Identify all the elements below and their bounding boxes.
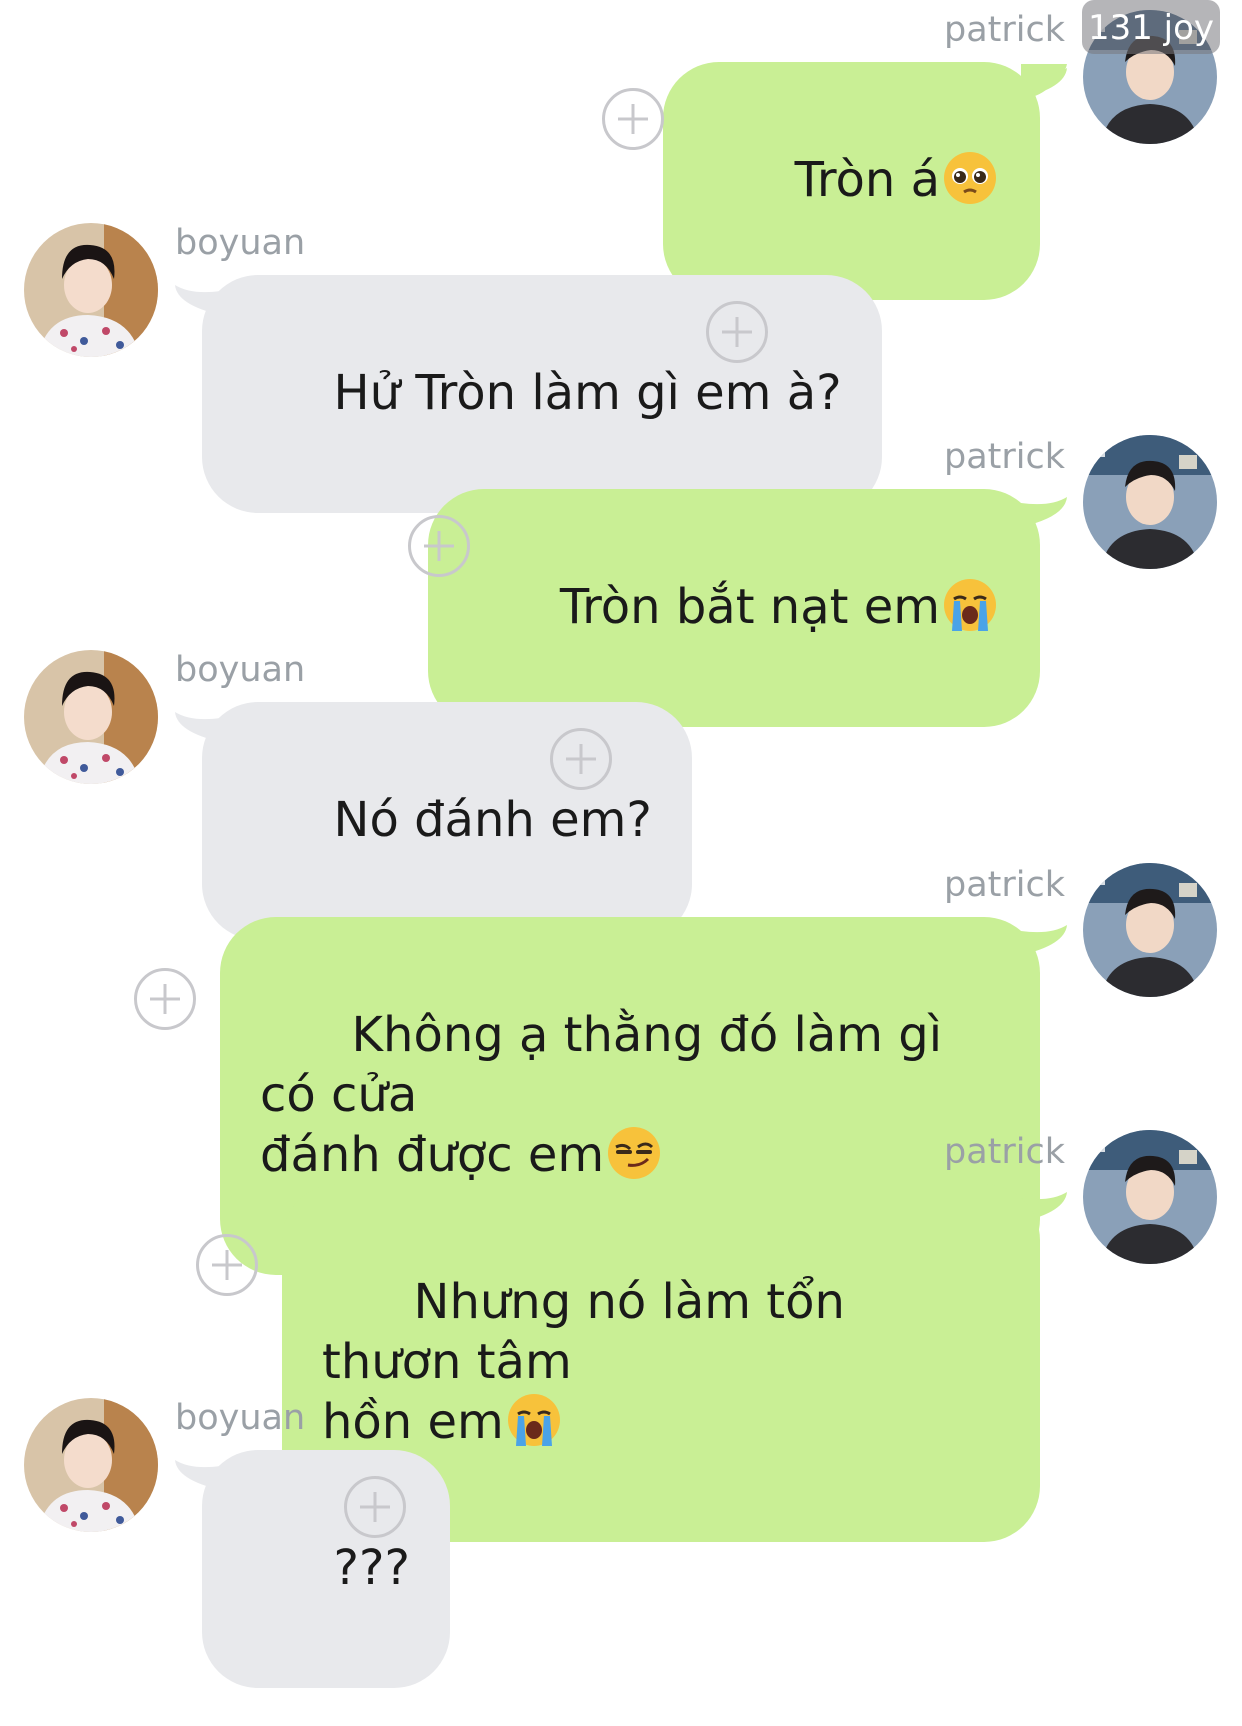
chat-thread: 131 joy patrick Tròn á boyuan Hử Tròn là… (0, 0, 1242, 1726)
message-text: Tròn á (794, 152, 940, 208)
avatar-patrick[interactable] (1083, 1130, 1217, 1264)
avatar-boyuan[interactable] (24, 650, 158, 784)
message-row: boyuan Hử Tròn làm gì em à? (0, 215, 1242, 513)
avatar-patrick[interactable] (1083, 863, 1217, 997)
message-text: Hử Tròn làm gì em à? (333, 365, 842, 421)
add-reaction-button[interactable] (196, 1234, 258, 1296)
sender-name: patrick (943, 865, 1065, 905)
message-bubble[interactable]: ??? (202, 1450, 450, 1688)
pleading-face-emoji (942, 150, 998, 206)
loudly-crying-face-emoji (942, 577, 998, 633)
message-row: patrick Không ạ thằng đó làm gì có cửa đ… (0, 855, 1242, 1275)
add-reaction-button[interactable] (602, 88, 664, 150)
sender-name: boyuan (175, 223, 306, 263)
message-row: patrick Tròn bắt nạt em (0, 427, 1242, 727)
add-reaction-button[interactable] (408, 515, 470, 577)
avatar-boyuan[interactable] (24, 1398, 158, 1532)
add-reaction-button[interactable] (344, 1476, 406, 1538)
overlay-badge: 131 joy (1082, 0, 1220, 54)
message-row: boyuan Nó đánh em? (0, 642, 1242, 940)
sender-name: patrick (943, 437, 1065, 477)
message-text: Tròn bắt nạt em (559, 579, 940, 635)
sender-name: patrick (943, 1132, 1065, 1172)
message-row: boyuan ??? (0, 1390, 1242, 1688)
avatar-boyuan[interactable] (24, 223, 158, 357)
message-text: ??? (333, 1540, 410, 1596)
add-reaction-button[interactable] (550, 728, 612, 790)
sender-name: boyuan (175, 1398, 306, 1438)
message-row: patrick Nhưng nó làm tổn thươn tâm hồn e… (0, 1122, 1242, 1542)
message-text: Nó đánh em? (333, 792, 652, 848)
sender-name: boyuan (175, 650, 306, 690)
sender-name: patrick (943, 10, 1065, 50)
add-reaction-button[interactable] (134, 968, 196, 1030)
avatar-patrick[interactable] (1083, 435, 1217, 569)
message-row: patrick Tròn á (0, 0, 1242, 300)
add-reaction-button[interactable] (706, 301, 768, 363)
